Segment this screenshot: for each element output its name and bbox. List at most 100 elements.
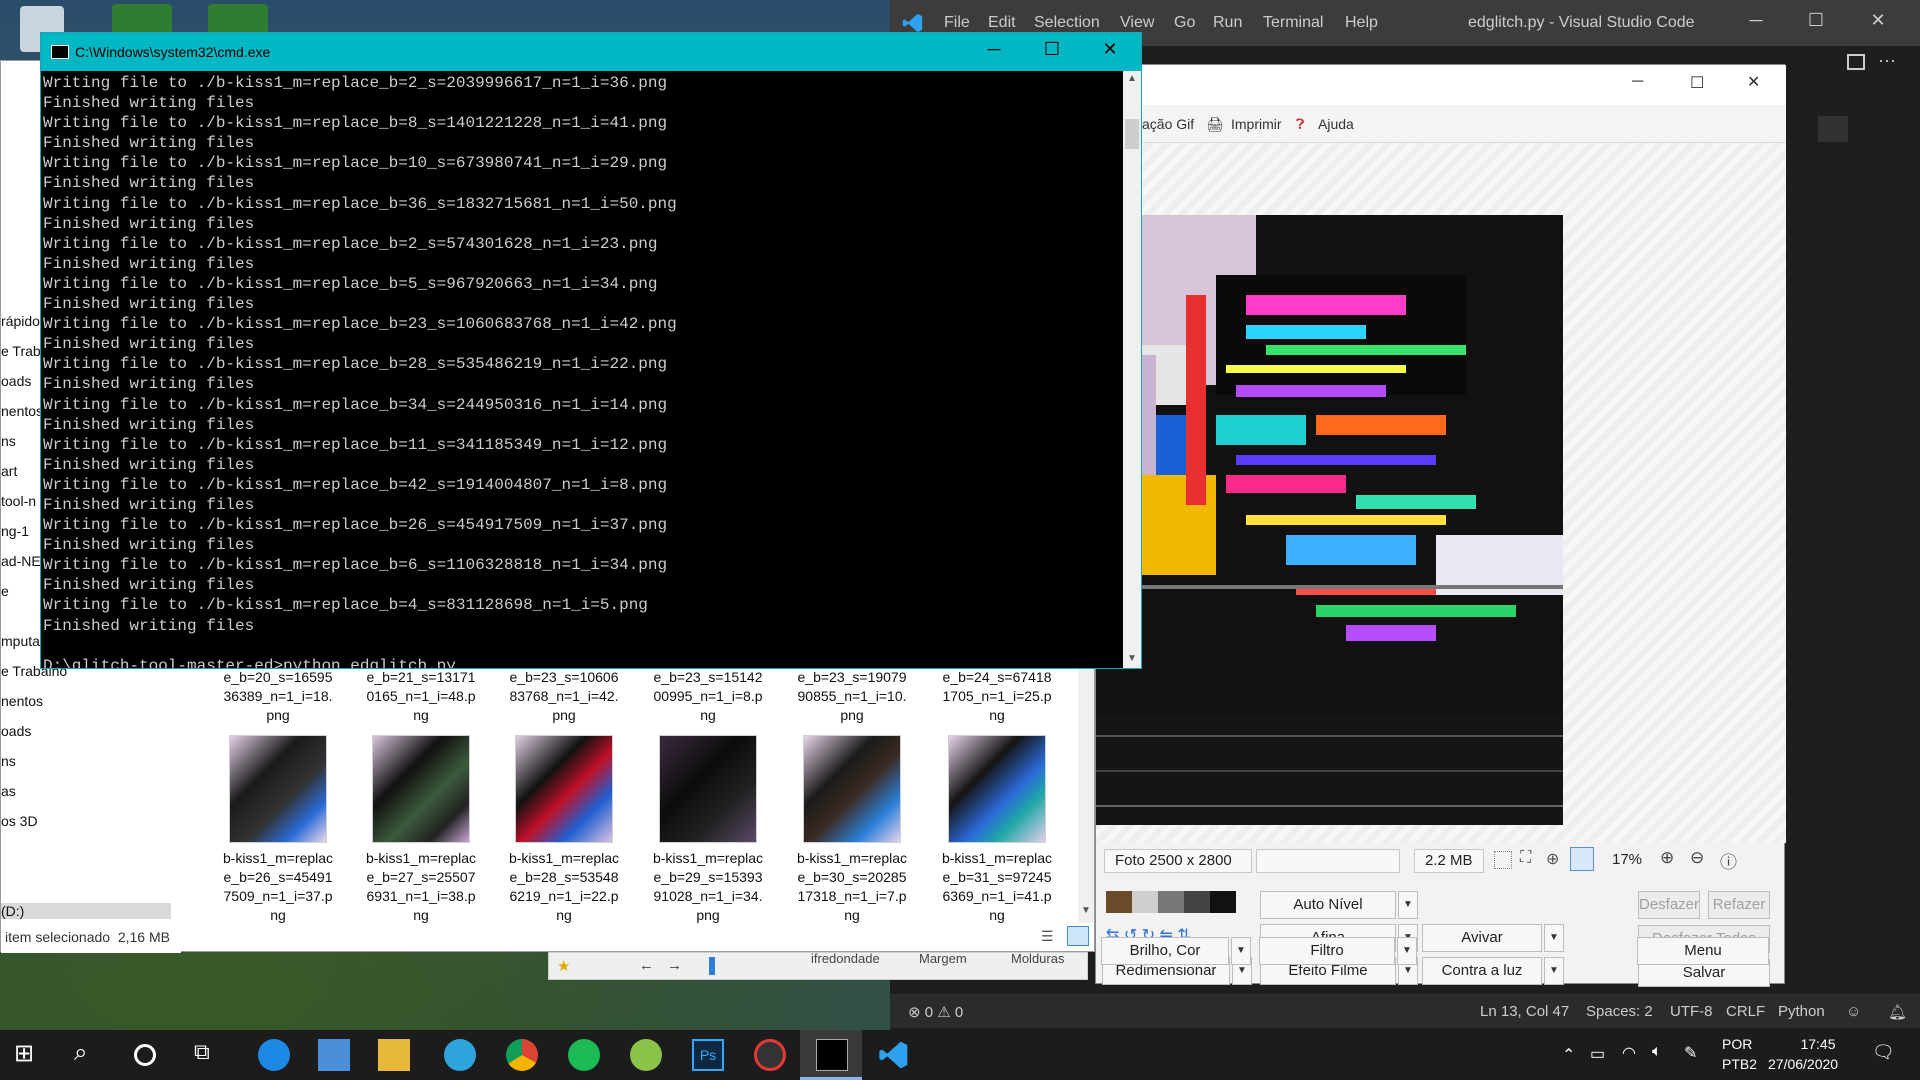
backlight-button[interactable]: Contra a luz [1422, 957, 1542, 985]
nav-item-quick[interactable]: rápido [1, 313, 40, 329]
nav-item-e[interactable]: e [1, 583, 9, 599]
nav-item-ad-ne[interactable]: ad-NE [1, 553, 41, 569]
nav-item-tool[interactable]: tool-n [1, 493, 36, 509]
nav-item-art[interactable]: art [1, 463, 17, 479]
chevron-down-icon[interactable]: ▼ [1544, 924, 1564, 952]
nav-item-3d[interactable]: os 3D [1, 813, 38, 829]
split-editor-icon[interactable] [1847, 54, 1865, 70]
cursor-position[interactable]: Ln 13, Col 47 [1480, 1003, 1569, 1020]
back-arrow-icon[interactable]: ← [639, 957, 654, 974]
file-item[interactable]: b-kiss1_m=replac e_b=27_s=25507 6931_n=1… [352, 735, 490, 925]
search-icon[interactable]: ⌕ [74, 1039, 106, 1071]
menu-view[interactable]: View [1120, 14, 1154, 32]
maximize-icon[interactable]: ☐ [1690, 73, 1704, 93]
cortana-icon[interactable] [134, 1044, 156, 1066]
menu-file[interactable]: File [944, 14, 970, 32]
large-icons-view-icon[interactable] [1067, 926, 1089, 946]
close-icon[interactable]: ✕ [1093, 39, 1127, 65]
minimap[interactable] [1818, 116, 1848, 142]
menu-selection[interactable]: Selection [1034, 14, 1100, 32]
file-item[interactable]: b-kiss1_m=replac e_b=28_s=53548 6219_n=1… [495, 735, 633, 925]
app-icon[interactable] [630, 1039, 662, 1071]
maximize-icon[interactable]: ☐ [1802, 10, 1830, 36]
spotify-icon[interactable] [568, 1039, 600, 1071]
close-icon[interactable]: ✕ [1747, 72, 1760, 92]
chevron-down-icon[interactable]: ▼ [1544, 957, 1564, 985]
scroll-down-icon[interactable]: ▼ [1127, 653, 1137, 664]
language-top[interactable]: POR [1722, 1036, 1752, 1052]
tool-print[interactable]: Imprimir [1231, 116, 1282, 132]
avivar-button[interactable]: Avivar [1422, 924, 1542, 952]
notifications-icon[interactable]: 🔔︎ [1888, 1003, 1907, 1021]
file-item[interactable]: e_b=23_s=19079 90855_n=1_i=10. png [783, 668, 921, 725]
details-view-icon[interactable]: ☰ [1041, 928, 1054, 945]
info-icon[interactable]: ⓘ [1720, 848, 1737, 873]
nav-item-downloads-2[interactable]: oads [1, 723, 31, 739]
menu-edit[interactable]: Edit [988, 14, 1016, 32]
chrome-icon[interactable] [506, 1039, 538, 1071]
volume-icon[interactable]: 🔈︎ [1652, 1043, 1662, 1061]
zoom-fit-icon[interactable] [1570, 847, 1594, 871]
image-canvas[interactable] [1096, 143, 1786, 843]
file-item[interactable]: e_b=23_s=15142 00995_n=1_i=8.p ng [639, 668, 777, 725]
file-item[interactable]: b-kiss1_m=replac e_b=30_s=20285 17318_n=… [783, 735, 921, 925]
vscode-taskbar-icon[interactable] [878, 1039, 910, 1071]
star-icon[interactable]: ★ [557, 957, 570, 975]
pen-icon[interactable]: ✎ [1684, 1043, 1697, 1063]
scroll-up-icon[interactable]: ▲ [1127, 73, 1137, 84]
feedback-icon[interactable]: ☺ [1846, 1003, 1861, 1020]
nav-item-music[interactable]: as [1, 783, 16, 799]
task-view-icon[interactable]: ⧉ [194, 1039, 226, 1071]
nav-item-drive-d[interactable]: (D:) [1, 903, 171, 919]
chevron-down-icon[interactable]: ▼ [1397, 937, 1417, 965]
menu-run[interactable]: Run [1213, 14, 1242, 32]
edge-icon[interactable] [258, 1039, 290, 1071]
minimize-icon[interactable]: ─ [1742, 10, 1770, 36]
menu-help[interactable]: Help [1345, 14, 1378, 32]
notifications-icon[interactable]: 🗨︎ [1872, 1042, 1895, 1063]
nav-item-computer[interactable]: mputa [1, 633, 40, 649]
chevron-down-icon[interactable]: ▼ [1398, 891, 1418, 919]
nav-item-downloads[interactable]: oads [1, 373, 31, 389]
clock-time[interactable]: 17:45 [1790, 1036, 1846, 1052]
fullscreen-icon[interactable]: ⛶ [1520, 849, 1531, 867]
file-item[interactable]: e_b=23_s=10606 83768_n=1_i=42. png [495, 668, 633, 725]
file-item[interactable]: b-kiss1_m=replac e_b=29_s=15393 91028_n=… [639, 735, 777, 925]
store-icon[interactable] [318, 1039, 350, 1071]
redo-button[interactable]: Refazer [1708, 891, 1770, 919]
nav-item-images[interactable]: ns [1, 433, 16, 449]
auto-level-button[interactable]: Auto Nível [1260, 891, 1396, 919]
nav-item-ng1[interactable]: ng-1 [1, 523, 29, 539]
cmd-taskbar-icon[interactable] [816, 1039, 848, 1071]
zoom-out-icon[interactable]: ⊖ [1690, 848, 1704, 868]
menu-terminal[interactable]: Terminal [1263, 14, 1323, 32]
show-hidden-icons-icon[interactable]: ⌃ [1562, 1045, 1575, 1065]
menu-button[interactable]: Menu [1637, 937, 1769, 965]
tool-help[interactable]: Ajuda [1318, 116, 1354, 132]
nav-item-desktop[interactable]: e Trab [1, 343, 41, 359]
scroll-down-icon[interactable]: ▼ [1081, 905, 1091, 916]
language-bottom[interactable]: PTB2 [1722, 1056, 1757, 1072]
scrollbar[interactable]: ▲ ▼ [1123, 71, 1141, 668]
tab-margin[interactable]: Margem [919, 951, 967, 966]
photoscape-icon[interactable] [754, 1039, 786, 1071]
problems-count[interactable]: ⊗ 0 ⚠ 0 [908, 1003, 963, 1021]
zoom-in-icon[interactable]: ⊕ [1660, 848, 1674, 868]
filter-button[interactable]: Filtro [1259, 937, 1395, 965]
close-icon[interactable]: ✕ [1864, 10, 1892, 36]
nav-item-documents[interactable]: nentos [1, 403, 43, 419]
maximize-icon[interactable]: ☐ [1035, 39, 1069, 65]
scroll-thumb[interactable] [1125, 119, 1139, 149]
console-output[interactable]: Writing file to ./b-kiss1_m=replace_b=2_… [41, 71, 1123, 668]
file-item[interactable]: b-kiss1_m=replac e_b=26_s=45491 7509_n=1… [209, 735, 347, 925]
file-item[interactable]: e_b=20_s=16595 36389_n=1_i=18. png [209, 668, 347, 725]
file-item[interactable]: e_b=24_s=67418 1705_n=1_i=25.p ng [928, 668, 1066, 725]
scrollbar[interactable]: ▼ [1078, 661, 1094, 923]
chevron-down-icon[interactable]: ▼ [1231, 937, 1251, 965]
undo-button[interactable]: Desfazer [1638, 891, 1700, 919]
menu-go[interactable]: Go [1174, 14, 1195, 32]
line-ending[interactable]: CRLF [1726, 1003, 1765, 1020]
fit-icon[interactable] [1494, 851, 1512, 869]
brightness-color-button[interactable]: Brilho, Cor [1101, 937, 1229, 965]
clock-date[interactable]: 27/06/2020 [1768, 1056, 1838, 1072]
